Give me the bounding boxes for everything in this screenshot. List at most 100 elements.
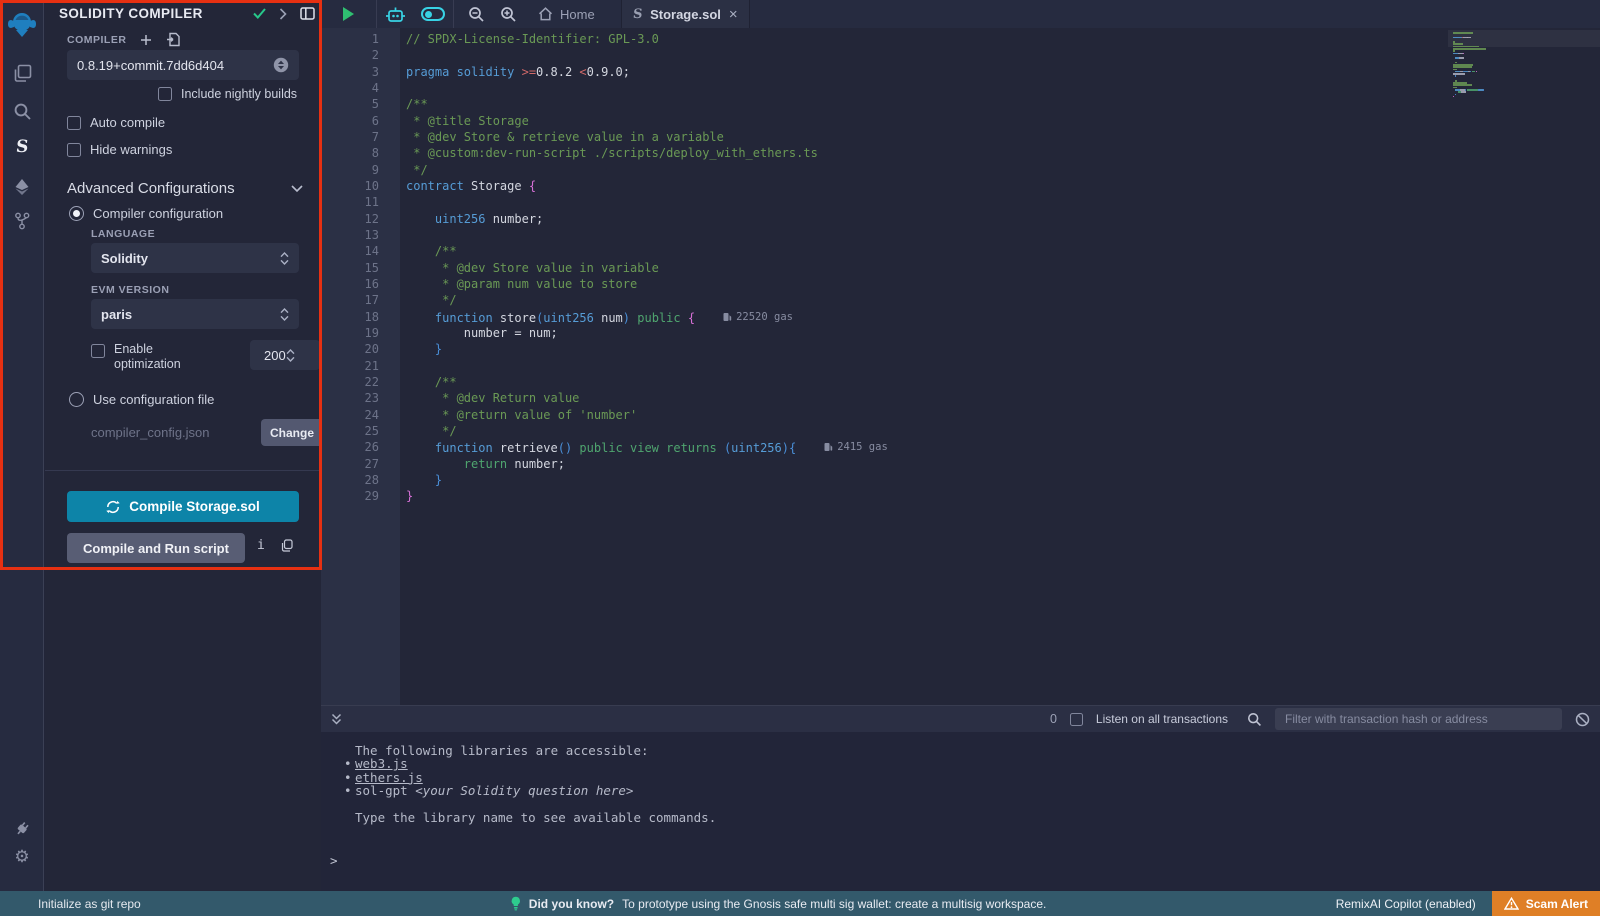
use-config-file-radio[interactable] [69,392,84,407]
code-line: /** [406,243,1445,259]
lightbulb-icon [511,896,521,911]
language-select[interactable]: Solidity [91,243,299,273]
compiled-check-icon [253,8,266,19]
line-number: 22 [321,374,379,390]
compile-button[interactable]: Compile Storage.sol [67,491,299,522]
line-number: 5 [321,96,379,112]
panel-title: SOLIDITY COMPILER [59,6,253,21]
scam-alert-button[interactable]: Scam Alert [1492,891,1600,916]
optimization-runs-input[interactable]: 200 [250,340,320,370]
editor-gutter: 1234567891011121314151617181920212223242… [321,28,400,705]
toolbar-divider [453,0,454,28]
file-explorer-icon[interactable] [0,60,44,86]
select-carets-icon [280,308,289,321]
line-number: 25 [321,423,379,439]
search-icon[interactable] [0,98,44,124]
zoom-out-icon[interactable] [460,6,492,23]
settings-gear-icon[interactable]: ⚙ [0,843,44,869]
git-init-status[interactable]: Initialize as git repo [38,897,141,911]
compiler-configuration-radio[interactable] [69,206,84,221]
transaction-filter-input[interactable] [1275,708,1562,730]
code-line: } [406,341,1445,357]
line-number: 27 [321,456,379,472]
copilot-status: RemixAI Copilot (enabled) [1336,897,1476,911]
remix-logo-icon[interactable] [0,6,44,42]
use-config-file-label: Use configuration file [93,392,214,407]
terminal-search-icon[interactable] [1247,712,1262,727]
code-line: */ [406,292,1445,308]
enable-optimization-checkbox[interactable] [91,344,105,358]
status-bar: Initialize as git repo Did you know? To … [0,891,1600,916]
listen-transactions-label: Listen on all transactions [1096,712,1228,726]
tab-close-icon[interactable]: × [729,7,738,22]
code-line: * @return value of 'number' [406,407,1445,423]
code-line: * @dev Store value in variable [406,260,1445,276]
home-tab[interactable]: Home [538,7,595,22]
minimap-line [1453,48,1486,50]
code-line [406,358,1445,374]
add-custom-compiler-icon[interactable] [140,34,152,46]
line-number: 13 [321,227,379,243]
version-updown-icon [273,57,289,73]
line-number: 20 [321,341,379,357]
line-number: 24 [321,407,379,423]
terminal-prompt[interactable]: > [321,853,1600,868]
listen-transactions-checkbox[interactable] [1070,713,1083,726]
advanced-configurations-title: Advanced Configurations [67,180,291,197]
collapse-terminal-icon[interactable] [331,713,342,725]
terminal-output[interactable]: The following libraries are accessible:•… [321,732,1600,891]
import-compiler-icon[interactable] [166,32,181,47]
git-icon[interactable] [0,208,44,234]
plugin-manager-icon[interactable] [0,815,44,841]
tab-storage-sol[interactable]: S Storage.sol × [621,0,750,28]
auto-compile-label: Auto compile [90,115,165,130]
optimization-label-2: optimization [114,357,181,371]
line-number: 26 [321,439,379,455]
remix-ide-window: S ⚙ [0,0,1600,916]
optimization-runs-value: 200 [264,348,286,363]
evm-version-select[interactable]: paris [91,299,299,329]
run-script-play-button[interactable] [321,7,376,21]
terminal-line: •sol-gpt <your Solidity question here> [321,784,1600,797]
auto-compile-checkbox[interactable] [67,116,81,130]
home-icon [538,7,553,21]
chevron-right-icon[interactable] [279,8,287,20]
warning-icon [1504,897,1519,910]
hide-warnings-checkbox[interactable] [67,143,81,157]
pin-panel-icon[interactable] [300,7,315,20]
tip-bold-text: Did you know? [529,897,614,911]
bullet: • [344,771,352,784]
code-line: * @custom:dev-run-script ./scripts/deplo… [406,145,1445,161]
zoom-in-icon[interactable] [492,6,524,23]
use-config-file-row: Use configuration file [69,392,214,407]
compile-and-run-button[interactable]: Compile and Run script [67,533,245,563]
code-line: return number; [406,456,1445,472]
info-icon[interactable]: i [257,538,265,553]
change-config-button[interactable]: Change [261,419,323,446]
ai-copilot-robot-icon[interactable] [377,6,413,23]
compiler-version-select[interactable]: 0.8.19+commit.7dd6d404 [67,50,299,80]
copy-icon[interactable] [281,539,293,552]
activity-bar: S ⚙ [0,0,44,916]
compiler-configuration-label: Compiler configuration [93,206,223,221]
compiler-label: COMPILER [67,34,126,46]
clear-console-icon[interactable] [1575,712,1590,727]
minimap[interactable] [1448,28,1600,705]
code-line: /** [406,96,1445,112]
line-number: 8 [321,145,379,161]
solidity-compiler-icon[interactable]: S [0,132,44,162]
copilot-toggle[interactable] [413,7,453,21]
line-number: 10 [321,178,379,194]
code-editor[interactable]: // SPDX-License-Identifier: GPL-3.0pragm… [406,31,1445,505]
compiler-configuration-row: Compiler configuration [69,206,223,221]
play-icon [343,7,354,21]
advanced-configurations-header[interactable]: Advanced Configurations [67,180,303,197]
solidity-compiler-panel: SOLIDITY COMPILER COMPILER [45,0,321,916]
code-line: * @dev Store & retrieve value in a varia… [406,129,1445,145]
chevron-down-icon [291,185,303,193]
deploy-run-icon[interactable] [0,174,44,200]
nightly-builds-checkbox[interactable] [158,87,172,101]
compiler-version-value: 0.8.19+commit.7dd6d404 [77,58,273,73]
panel-divider [45,470,321,471]
bullet: • [344,757,352,770]
